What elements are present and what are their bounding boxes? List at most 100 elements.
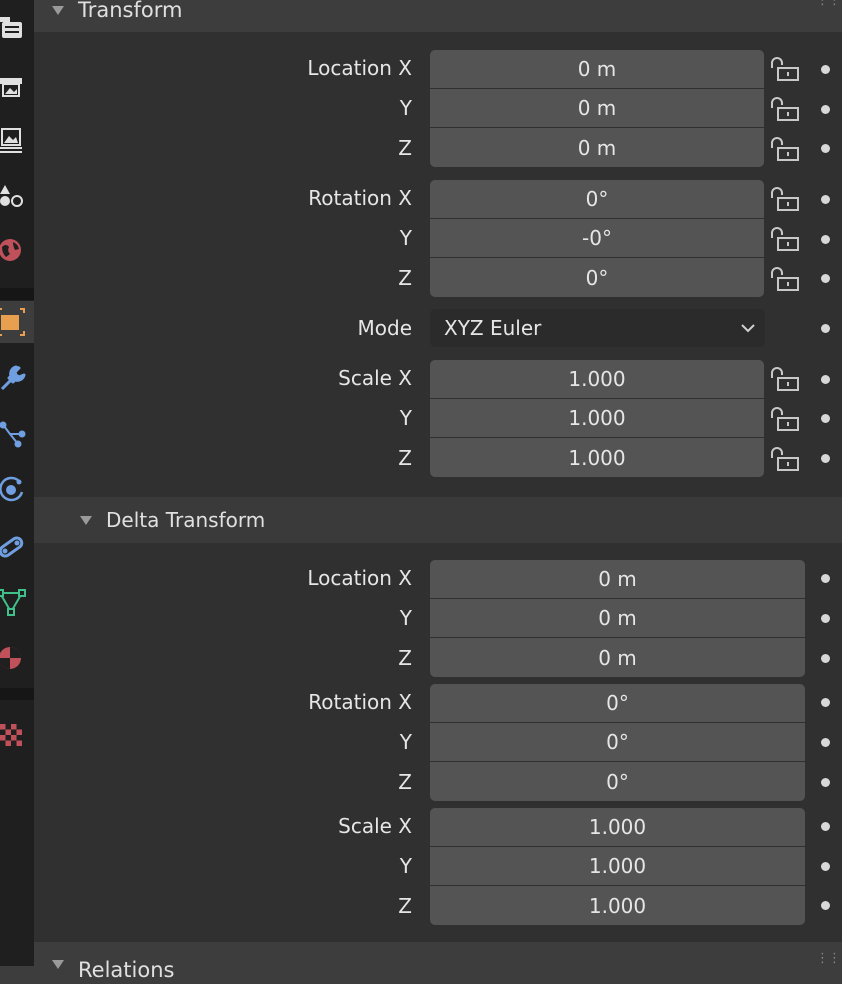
object-tab[interactable] — [0, 301, 34, 343]
material-sphere-icon — [0, 647, 21, 669]
modifiers-tab[interactable] — [0, 357, 34, 399]
output-tab[interactable] — [0, 64, 34, 106]
location-z-label: Z — [398, 136, 412, 160]
rotation-y-field[interactable]: -0° — [430, 219, 764, 257]
rotation-x-field[interactable]: 0° — [430, 180, 764, 218]
delta-rotation-z-field[interactable]: 0° — [430, 762, 805, 801]
view-layer-tab[interactable] — [0, 118, 34, 160]
object-square-icon — [0, 308, 25, 336]
material-tab[interactable] — [0, 636, 34, 678]
particles-icon — [0, 421, 26, 448]
render-tab[interactable] — [0, 7, 34, 49]
relations-panel-header[interactable]: Relations ⋮⋮ — [34, 944, 842, 984]
tab-separator — [0, 288, 34, 300]
scene-icon — [0, 185, 23, 207]
delta-scale-z-field[interactable]: 1.000 — [430, 886, 805, 925]
tab-separator — [0, 688, 34, 700]
drag-grip-icon[interactable]: ⋮⋮ — [816, 952, 841, 965]
lock-rotation-x-icon[interactable] — [769, 187, 801, 211]
chevron-down-icon — [741, 324, 755, 333]
delta-scale-x-label: Scale X — [338, 814, 412, 838]
location-x-field[interactable]: 0 m — [430, 50, 764, 88]
keyframe-dot-icon[interactable] — [821, 65, 830, 74]
delta-transform-title: Delta Transform — [106, 508, 266, 532]
delta-location-x-label: Location X — [307, 566, 412, 590]
keyframe-dot-icon[interactable] — [821, 822, 830, 831]
particles-tab[interactable] — [0, 412, 34, 454]
constraints-tab[interactable] — [0, 524, 34, 566]
keyframe-dot-icon[interactable] — [821, 574, 830, 583]
keyframe-dot-icon[interactable] — [821, 324, 830, 333]
delta-rotation-y-field[interactable]: 0° — [430, 723, 805, 761]
location-y-field[interactable]: 0 m — [430, 89, 764, 127]
keyframe-dot-icon[interactable] — [821, 614, 830, 623]
rotation-y-label: Y — [399, 226, 412, 250]
rotation-z-label: Z — [398, 266, 412, 290]
delta-rotation-y-label: Y — [399, 730, 412, 754]
drag-grip-icon[interactable]: ⋮⋮ — [816, 0, 841, 7]
keyframe-dot-icon[interactable] — [821, 375, 830, 384]
keyframe-dot-icon[interactable] — [821, 274, 830, 283]
rotation-mode-value: XYZ Euler — [444, 316, 542, 340]
keyframe-dot-icon[interactable] — [821, 454, 830, 463]
location-z-field[interactable]: 0 m — [430, 128, 764, 167]
lock-rotation-y-icon[interactable] — [769, 227, 801, 251]
delta-scale-z-label: Z — [398, 894, 412, 918]
collapse-triangle-icon[interactable] — [52, 5, 64, 15]
printer-icon — [0, 78, 22, 97]
lock-location-y-icon[interactable] — [769, 97, 801, 121]
collapse-triangle-icon[interactable] — [52, 959, 64, 969]
scale-y-field[interactable]: 1.000 — [430, 399, 764, 437]
mesh-triangle-icon — [0, 589, 26, 616]
keyframe-dot-icon[interactable] — [821, 738, 830, 747]
texture-tab[interactable] — [0, 713, 34, 755]
lock-scale-x-icon[interactable] — [769, 367, 801, 391]
data-tab[interactable] — [0, 580, 34, 622]
delta-scale-y-field[interactable]: 1.000 — [430, 847, 805, 885]
keyframe-dot-icon[interactable] — [821, 414, 830, 423]
mode-label: Mode — [357, 316, 413, 340]
scale-z-field[interactable]: 1.000 — [430, 438, 764, 477]
lock-scale-z-icon[interactable] — [769, 447, 801, 471]
rotation-x-label: Rotation X — [308, 186, 412, 210]
delta-rotation-z-label: Z — [398, 770, 412, 794]
delta-location-z-field[interactable]: 0 m — [430, 638, 805, 677]
scale-x-label: Scale X — [338, 366, 412, 390]
delta-location-z-label: Z — [398, 646, 412, 670]
transform-panel-header[interactable]: Transform ⋮⋮ — [34, 0, 842, 28]
delta-scale-x-field[interactable]: 1.000 — [430, 808, 805, 846]
world-icon — [0, 239, 21, 261]
scale-x-field[interactable]: 1.000 — [430, 360, 764, 398]
physics-tab[interactable] — [0, 468, 34, 510]
keyframe-dot-icon[interactable] — [821, 698, 830, 707]
lock-scale-y-icon[interactable] — [769, 407, 801, 431]
collapse-triangle-icon[interactable] — [80, 515, 92, 525]
lock-rotation-z-icon[interactable] — [769, 267, 801, 291]
rotation-mode-dropdown[interactable]: XYZ Euler — [430, 309, 765, 347]
scene-tab[interactable] — [0, 174, 34, 216]
delta-rotation-x-field[interactable]: 0° — [430, 684, 805, 722]
delta-rotation-x-label: Rotation X — [308, 690, 412, 714]
keyframe-dot-icon[interactable] — [821, 862, 830, 871]
rotation-z-field[interactable]: 0° — [430, 258, 764, 297]
keyframe-dot-icon[interactable] — [821, 195, 830, 204]
checker-texture-icon — [0, 724, 22, 746]
physics-orbit-icon — [0, 476, 24, 502]
keyframe-dot-icon[interactable] — [821, 144, 830, 153]
location-x-label: Location X — [307, 56, 412, 80]
wrench-icon — [0, 365, 26, 391]
keyframe-dot-icon[interactable] — [821, 778, 830, 787]
relations-panel-title: Relations — [78, 958, 175, 982]
scale-y-label: Y — [399, 406, 412, 430]
delta-location-y-field[interactable]: 0 m — [430, 599, 805, 637]
transform-panel-title: Transform — [78, 0, 183, 22]
keyframe-dot-icon[interactable] — [821, 901, 830, 910]
keyframe-dot-icon[interactable] — [821, 105, 830, 114]
lock-location-x-icon[interactable] — [769, 57, 801, 81]
delta-transform-header[interactable]: Delta Transform — [34, 497, 842, 543]
lock-location-z-icon[interactable] — [769, 137, 801, 161]
delta-location-x-field[interactable]: 0 m — [430, 560, 805, 598]
keyframe-dot-icon[interactable] — [821, 654, 830, 663]
keyframe-dot-icon[interactable] — [821, 235, 830, 244]
world-tab[interactable] — [0, 229, 34, 271]
